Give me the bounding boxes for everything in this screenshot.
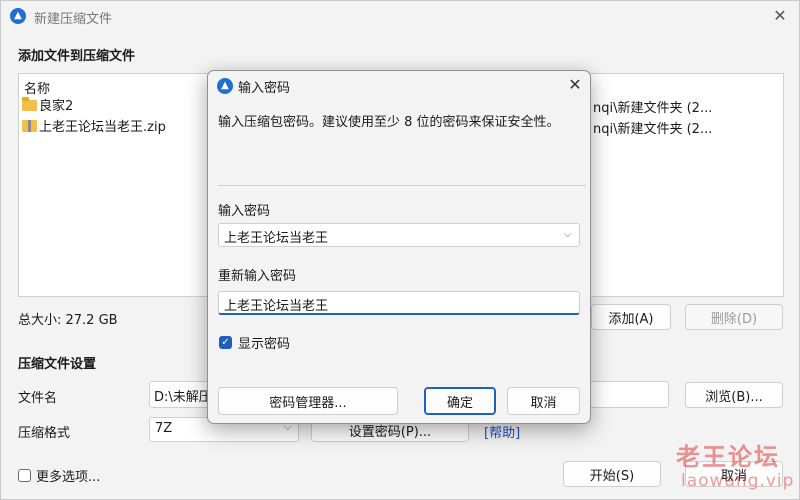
- zip-icon: [22, 120, 37, 132]
- file-list-item[interactable]: 良家2: [22, 97, 73, 117]
- password-label: 输入密码: [218, 204, 271, 219]
- file-name: 良家2: [39, 99, 74, 114]
- start-button[interactable]: 开始(S): [563, 461, 661, 487]
- password-manager-button[interactable]: 密码管理器...: [218, 387, 398, 415]
- checkbox[interactable]: [18, 469, 31, 482]
- watermark-text: 老王论坛: [676, 443, 780, 471]
- dialog-cancel-button[interactable]: 取消: [507, 387, 580, 415]
- more-options-checkbox[interactable]: 更多选项...: [18, 466, 100, 485]
- add-button[interactable]: 添加(A): [591, 304, 671, 330]
- password-dialog: ▲ 输入密码 ✕ 输入压缩包密码。建议使用至少 8 位的密码来保证安全性。 输入…: [207, 70, 591, 424]
- watermark-url: laowang.vip: [681, 471, 795, 491]
- confirm-password-input[interactable]: 上老王论坛当老王: [218, 291, 580, 315]
- browse-button[interactable]: 浏览(B)...: [685, 382, 783, 408]
- format-label: 压缩格式: [18, 426, 71, 441]
- dialog-message: 输入压缩包密码。建议使用至少 8 位的密码来保证安全性。: [218, 115, 560, 130]
- main-titlebar: ▲ 新建压缩文件 ✕: [1, 1, 799, 31]
- app-logo-icon: ▲: [217, 78, 233, 94]
- close-icon[interactable]: ✕: [564, 74, 586, 96]
- total-size-label: 总大小: 27.2 GB: [18, 313, 118, 328]
- column-header-name[interactable]: 名称: [24, 78, 50, 97]
- add-files-heading: 添加文件到压缩文件: [18, 49, 136, 64]
- delete-button[interactable]: 删除(D): [685, 304, 783, 330]
- file-list-item[interactable]: 上老王论坛当老王.zip: [22, 118, 166, 138]
- checkmark-icon[interactable]: ✓: [219, 336, 232, 349]
- help-link[interactable]: [帮助]: [484, 422, 520, 441]
- show-password-label: 显示密码: [238, 337, 291, 352]
- filename-label: 文件名: [18, 391, 58, 406]
- app-logo-icon: ▲: [10, 8, 26, 24]
- divider: [218, 185, 586, 186]
- folder-icon: [22, 97, 37, 111]
- file-path: nqi\新建文件夹 (2...: [593, 101, 713, 116]
- main-window-title: 新建压缩文件: [34, 12, 113, 27]
- show-password-checkbox[interactable]: ✓ 显示密码: [219, 333, 290, 352]
- file-path: nqi\新建文件夹 (2...: [593, 122, 713, 137]
- ok-button[interactable]: 确定: [424, 387, 496, 415]
- file-name: 上老王论坛当老王.zip: [39, 120, 166, 135]
- more-options-label: 更多选项...: [36, 470, 101, 485]
- chevron-down-icon[interactable]: ⌵: [564, 229, 572, 240]
- compress-settings-heading: 压缩文件设置: [18, 357, 97, 372]
- password-input[interactable]: 上老王论坛当老王: [218, 223, 580, 247]
- confirm-password-label: 重新输入密码: [218, 269, 297, 284]
- close-icon[interactable]: ✕: [769, 5, 791, 27]
- dialog-title: 输入密码: [238, 81, 291, 96]
